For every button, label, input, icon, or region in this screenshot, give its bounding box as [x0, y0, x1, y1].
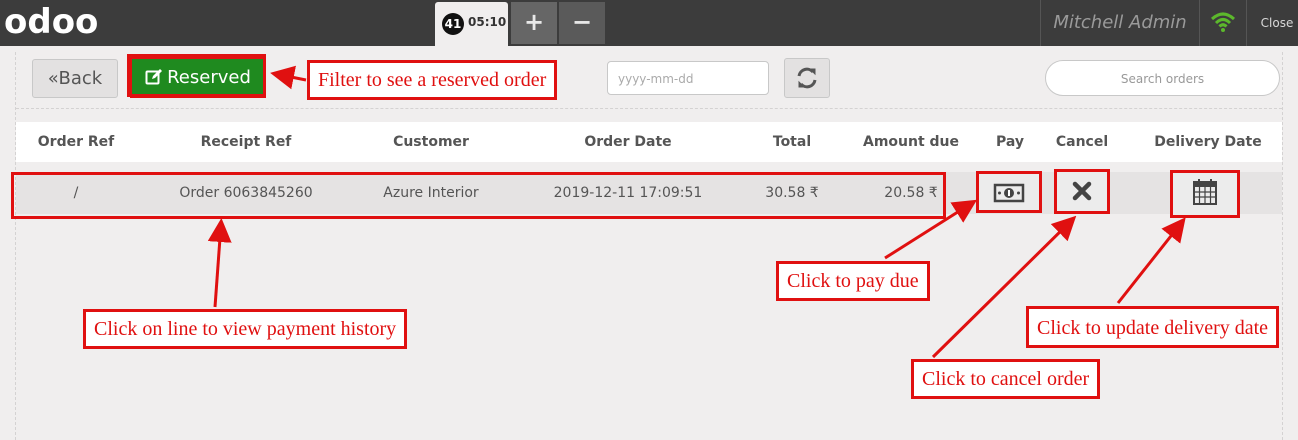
annotation-arrows [207, 65, 1186, 359]
callout-cancel-order: Click to cancel order [911, 359, 1101, 399]
callout-pay-due: Click to pay due [776, 261, 930, 301]
callout-filter-reserved: Filter to see a reserved order [307, 60, 558, 100]
callout-update-delivery: Click to update delivery date [1026, 306, 1280, 348]
callout-view-history: Click on line to view payment history [83, 309, 408, 349]
